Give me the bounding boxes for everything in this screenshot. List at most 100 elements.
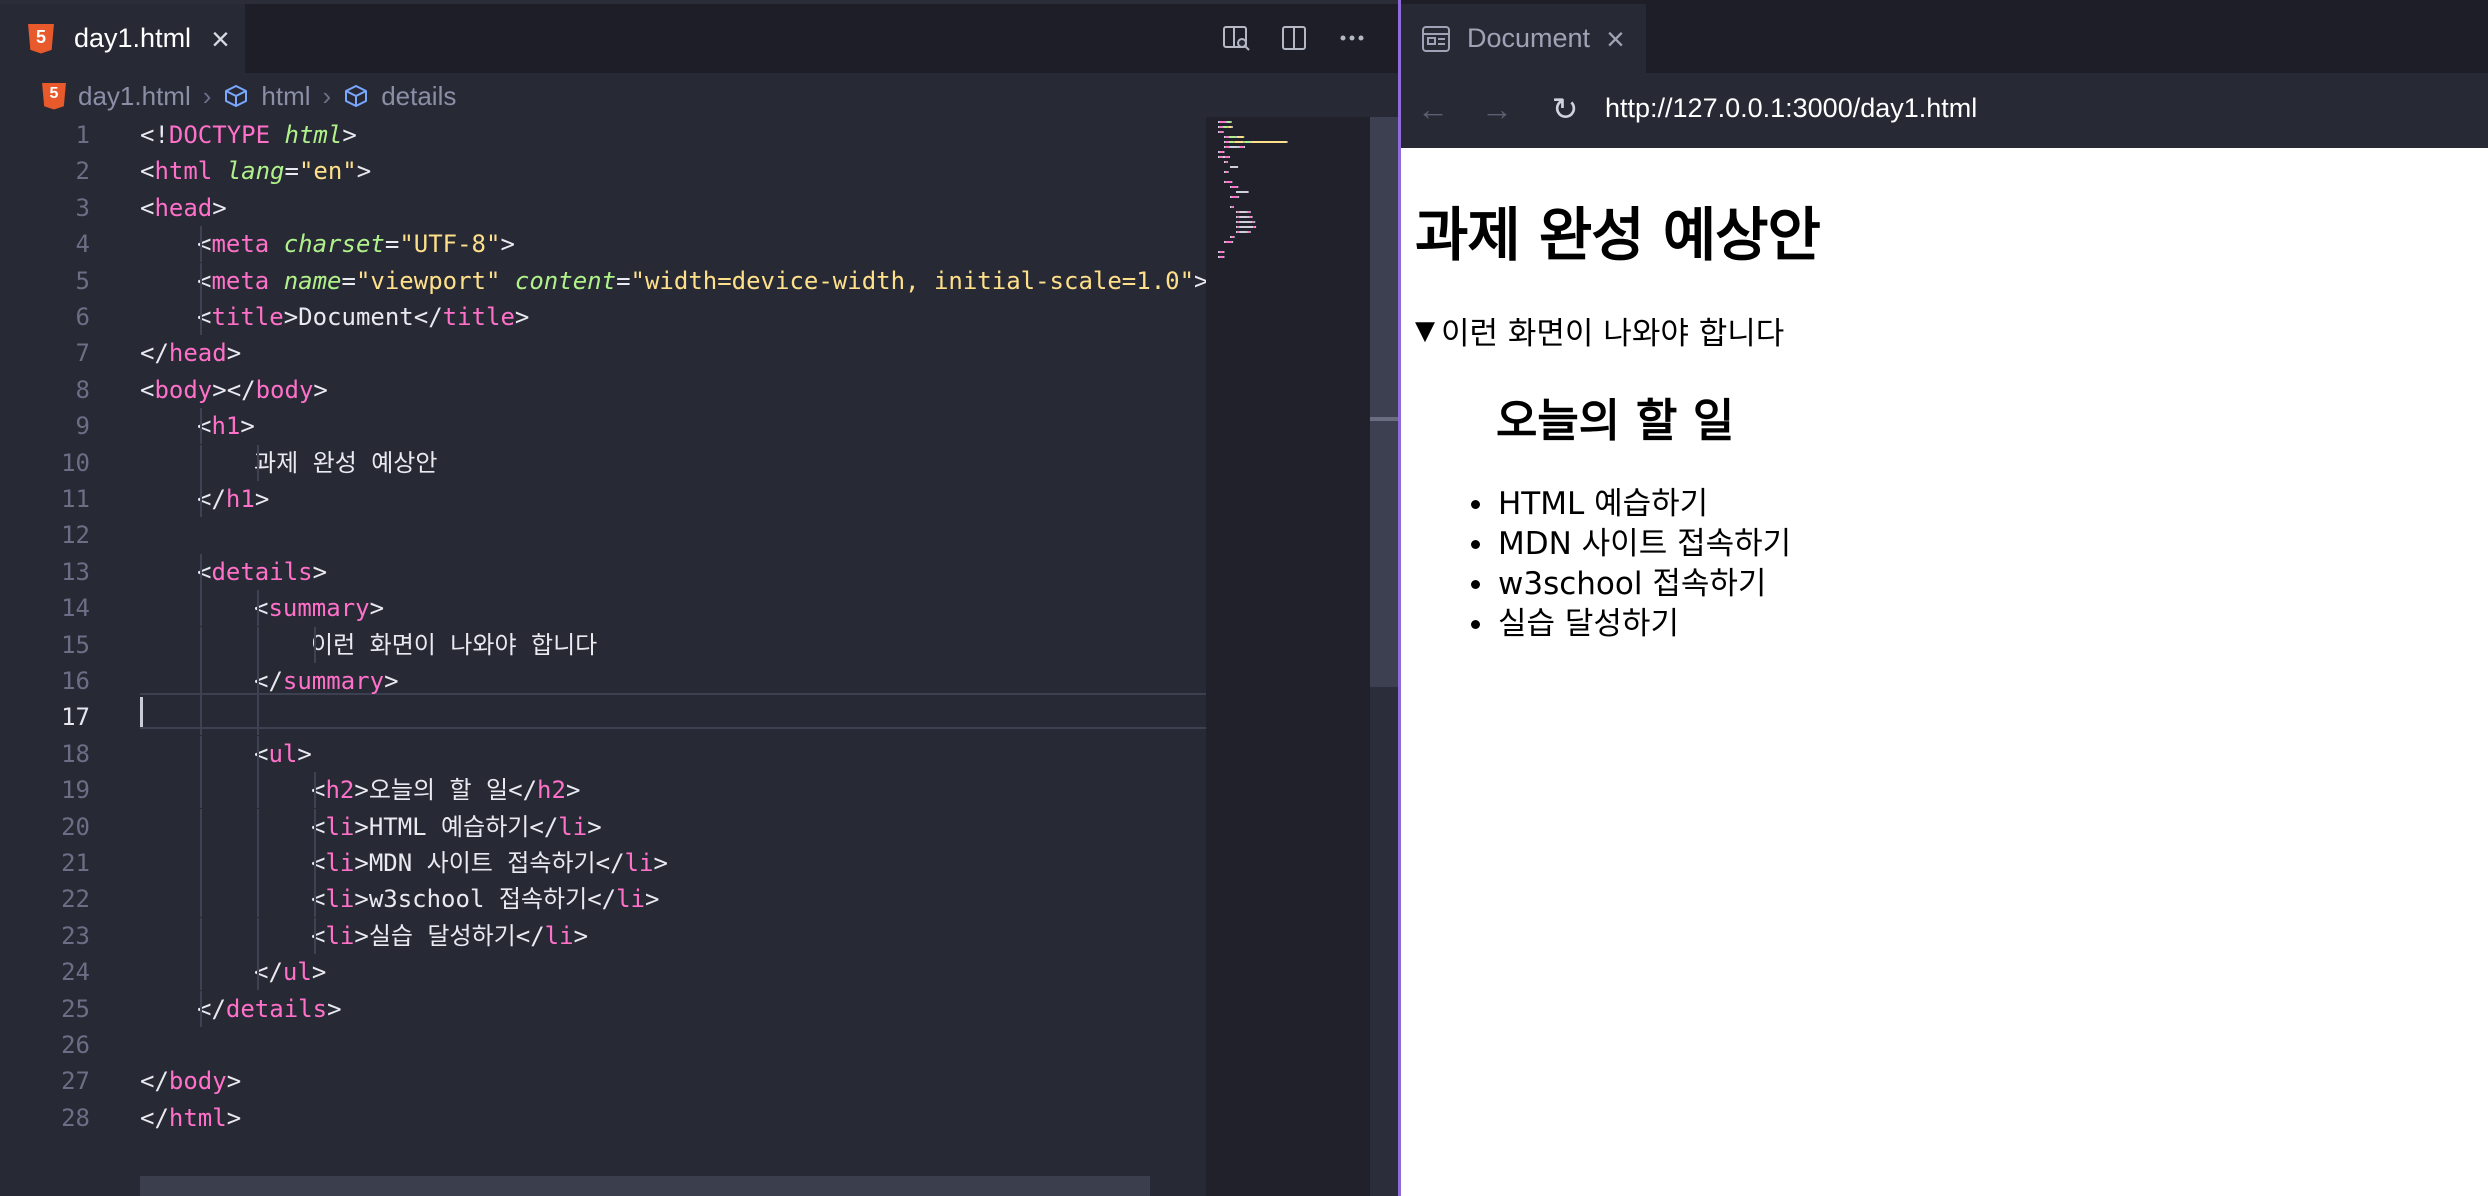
- line-number: 2: [75, 157, 90, 186]
- address-bar[interactable]: http://127.0.0.1:3000/day1.html: [1605, 93, 1977, 124]
- minimap-token: [1255, 226, 1257, 228]
- code-token: </: [529, 812, 559, 841]
- minimap[interactable]: [1206, 117, 1370, 1196]
- code-token: lang: [226, 157, 285, 186]
- minimap-token: [1238, 216, 1240, 218]
- code-line[interactable]: 28 </html>: [0, 1100, 1210, 1136]
- code-line[interactable]: 15 이런 화면이 나와야 합니다: [0, 627, 1210, 663]
- code-token: "width=device-width, initial-scale=1.0": [630, 266, 1195, 295]
- indent-guide: [200, 954, 202, 991]
- code-line[interactable]: 2 <html lang="en">: [0, 153, 1210, 189]
- code-line[interactable]: 11 </h1>: [0, 481, 1210, 517]
- code-text: <title>Document</title>: [197, 299, 529, 335]
- indent-guide: [314, 808, 316, 845]
- code-token: "UTF-8": [399, 230, 501, 259]
- code-line[interactable]: 12: [0, 517, 1210, 553]
- forward-arrow-icon[interactable]: →: [1475, 87, 1519, 131]
- more-actions-icon[interactable]: [1336, 22, 1368, 54]
- vertical-scrollbar[interactable]: [1370, 117, 1398, 1196]
- code-token: h1: [211, 412, 241, 441]
- minimap-token: [1228, 141, 1230, 143]
- todo-list: HTML 예습하기 MDN 사이트 접속하기 w3school 접속하기 실습 …: [1471, 484, 1791, 644]
- breadcrumb-details[interactable]: details: [381, 81, 456, 112]
- code-line[interactable]: 22 <li>w3school 접속하기</li>: [0, 881, 1210, 917]
- close-icon[interactable]: ×: [211, 23, 230, 55]
- browser-tab-document[interactable]: Document ×: [1401, 4, 1646, 73]
- reload-icon[interactable]: ↻: [1543, 87, 1587, 131]
- details-summary[interactable]: ▼ 이런 화면이 나와야 합니다: [1415, 308, 1784, 353]
- minimap-token: [1236, 226, 1237, 228]
- code-line[interactable]: 10 과제 완성 예상안: [0, 445, 1210, 481]
- page-heading: 과제 완성 예상안: [1415, 201, 1821, 269]
- code-area[interactable]: 1 <!DOCTYPE html> 2 <html lang="en"> 3 <head>…: [0, 117, 1210, 1157]
- code-line[interactable]: 4 <meta charset="UTF-8">: [0, 226, 1210, 262]
- code-line[interactable]: 26: [0, 1027, 1210, 1063]
- disclosure-triangle-icon[interactable]: ▼: [1415, 316, 1435, 346]
- close-icon[interactable]: ×: [1606, 23, 1625, 55]
- code-line[interactable]: 8 <body></body>: [0, 372, 1210, 408]
- code-line[interactable]: 5 <meta name="viewport" content="width=de…: [0, 263, 1210, 299]
- code-text: <li>MDN 사이트 접속하기</li>: [311, 845, 668, 881]
- line-number: 8: [75, 375, 90, 404]
- minimap-token: [1230, 121, 1232, 123]
- breadcrumb-html[interactable]: html: [261, 81, 310, 112]
- code-line[interactable]: 23 <li>실습 달성하기</li>: [0, 918, 1210, 954]
- indent-guide: [314, 772, 316, 809]
- scrollbar-thumb[interactable]: [1370, 117, 1398, 687]
- minimap-token: [1237, 216, 1239, 218]
- code-line[interactable]: 21 <li>MDN 사이트 접속하기</li>: [0, 845, 1210, 881]
- line-number: 28: [61, 1103, 90, 1132]
- code-line[interactable]: 25 </details>: [0, 991, 1210, 1027]
- indent-guide: [257, 808, 259, 845]
- code-token: body: [255, 375, 314, 404]
- indent-guide: [314, 917, 316, 954]
- code-line[interactable]: 20 <li>HTML 예습하기</li>: [0, 809, 1210, 845]
- list-item-text: w3school 접속하기: [1498, 566, 1767, 602]
- code-line[interactable]: 14 <summary>: [0, 590, 1210, 626]
- code-line[interactable]: 13 <details>: [0, 554, 1210, 590]
- minimap-token: [1225, 241, 1233, 243]
- minimap-token: [1229, 141, 1234, 143]
- minimap-token: [1227, 121, 1231, 123]
- minimap-token: [1251, 141, 1287, 143]
- code-token: ul: [268, 739, 298, 768]
- code-line[interactable]: 17: [0, 699, 1210, 735]
- code-line[interactable]: 27 </body>: [0, 1063, 1210, 1099]
- code-line[interactable]: 9 <h1>: [0, 408, 1210, 444]
- code-token: <: [140, 193, 155, 222]
- code-line[interactable]: 1 <!DOCTYPE html>: [0, 117, 1210, 153]
- bullet-icon: [1471, 619, 1480, 629]
- indent-guide: [257, 881, 259, 918]
- minimap-token: [1247, 211, 1250, 213]
- code-line[interactable]: 24 </ul>: [0, 954, 1210, 990]
- code-line[interactable]: 19 <h2>오늘의 할 일</h2>: [0, 772, 1210, 808]
- code-token: h2: [537, 776, 566, 805]
- code-text: 이런 화면이 나와야 합니다: [311, 627, 597, 663]
- line-number: 14: [61, 594, 90, 623]
- back-arrow-icon[interactable]: ←: [1411, 87, 1455, 131]
- horizontal-scrollbar[interactable]: [140, 1176, 1150, 1196]
- minimap-token: [1219, 121, 1227, 123]
- code-token: </: [140, 1103, 169, 1132]
- code-line[interactable]: 18 <ul>: [0, 736, 1210, 772]
- symbol-cube-icon: [225, 85, 248, 107]
- minimap-token: [1244, 141, 1251, 143]
- minimap-token: [1223, 151, 1225, 153]
- code-text: <meta name="viewport" content="width=dev…: [197, 263, 1209, 299]
- breadcrumb-file[interactable]: day1.html: [78, 81, 191, 112]
- code-line[interactable]: 6 <title>Document</title>: [0, 299, 1210, 335]
- code-line[interactable]: 16 </summary>: [0, 663, 1210, 699]
- line-number: 24: [61, 958, 90, 987]
- indent-guide: [257, 917, 259, 954]
- code-line[interactable]: 3 <head>: [0, 190, 1210, 226]
- code-token: >: [356, 157, 372, 186]
- line-number: 7: [75, 339, 90, 368]
- editor-tab-day1[interactable]: day1.html ×: [0, 4, 245, 73]
- minimap-token: [1239, 226, 1252, 228]
- open-preview-icon[interactable]: [1220, 22, 1252, 54]
- minimap-token: [1250, 221, 1253, 223]
- code-line[interactable]: 7 </head>: [0, 335, 1210, 371]
- split-editor-icon[interactable]: [1278, 22, 1310, 54]
- minimap-token: [1237, 231, 1239, 233]
